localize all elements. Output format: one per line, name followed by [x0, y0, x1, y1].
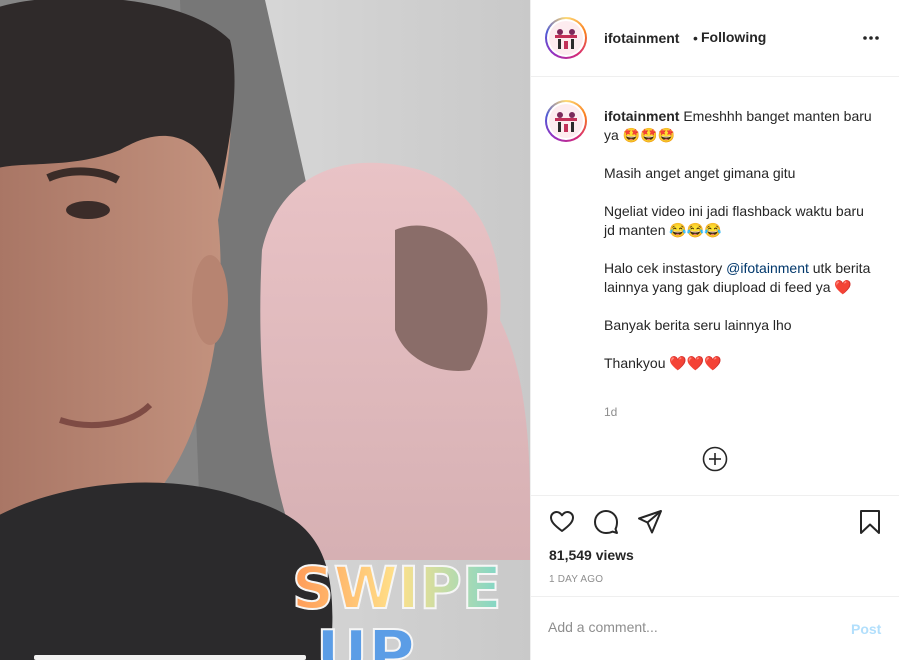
caption-text: Halo cek instastory — [604, 260, 727, 276]
comments-section: ifotainment Emeshhh banget manten baru y… — [531, 78, 899, 496]
caption-avatar[interactable] — [545, 100, 587, 142]
post-date[interactable]: 1 DAY AGO — [549, 574, 603, 585]
post-header: ifotainment • Following — [531, 0, 899, 77]
comment-input[interactable] — [548, 619, 828, 635]
mention-link[interactable]: @ifotainment — [726, 260, 809, 276]
avatar[interactable] — [545, 17, 587, 59]
post-comment-button[interactable]: Post — [851, 621, 881, 637]
avatar-logo-icon — [555, 29, 577, 49]
heart-icon[interactable] — [549, 509, 575, 535]
caption-paragraph: Banyak berita seru lainnya lho — [604, 317, 792, 333]
post-video[interactable]: SWIPE UP — [0, 0, 530, 660]
caption-paragraph: Thankyou ❤️❤️❤️ — [604, 355, 722, 371]
share-icon[interactable] — [637, 509, 663, 535]
caption-paragraph: Ngeliat video ini jadi flashback waktu b… — [604, 203, 868, 238]
up-sticker-text: UP — [316, 618, 415, 660]
video-frame: SWIPE UP — [0, 0, 530, 660]
avatar-logo-icon — [555, 112, 577, 132]
load-more-comments-icon[interactable] — [702, 446, 728, 472]
following-button[interactable]: Following — [701, 29, 766, 45]
post-details-panel: ifotainment • Following ifotainment Emes… — [530, 0, 899, 660]
header-username[interactable]: ifotainment — [604, 30, 679, 46]
post-actions: 81,549 views 1 DAY AGO — [531, 496, 899, 596]
caption-paragraph: Masih anget anget gimana gitu — [604, 165, 796, 181]
swipe-sticker-text: SWIPE — [292, 554, 501, 622]
more-horizontal-icon[interactable] — [863, 36, 879, 40]
view-count[interactable]: 81,549 views — [549, 547, 634, 563]
video-progress-bar[interactable] — [34, 655, 306, 660]
post-caption: ifotainment Emeshhh banget manten baru y… — [604, 107, 874, 392]
bookmark-icon[interactable] — [857, 509, 883, 535]
caption-username[interactable]: ifotainment — [604, 108, 679, 124]
caption-mention-paragraph: Halo cek instastory @ifotainment utk ber… — [604, 259, 874, 297]
header-separator: • — [693, 30, 698, 46]
add-comment-bar: Post — [531, 596, 899, 660]
caption-timestamp[interactable]: 1d — [604, 405, 617, 419]
comment-icon[interactable] — [593, 509, 619, 535]
